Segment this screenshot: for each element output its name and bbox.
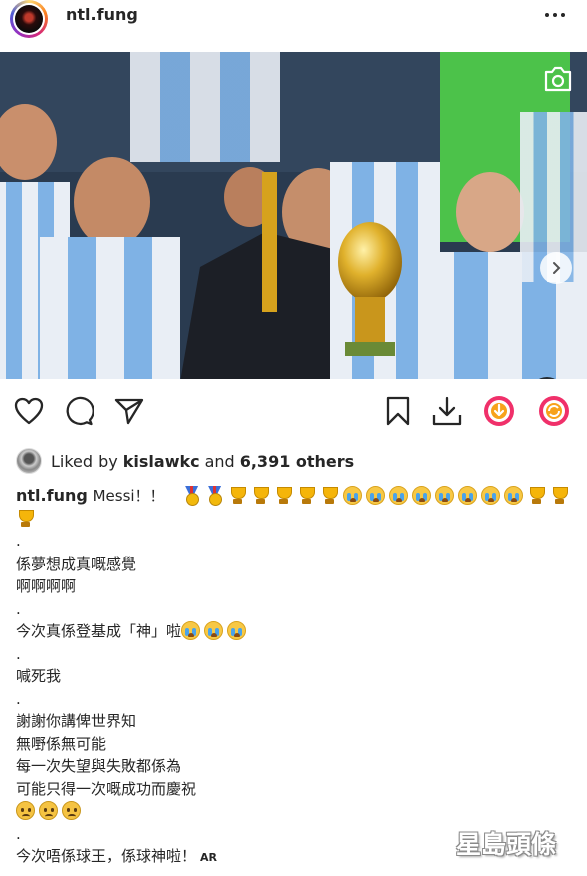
download-icon [432,396,462,426]
post-caption: ntl.fung Messi！！ . 係夢想成真嘅感覺 啊啊啊啊 . 今次真係登… [16,485,571,868]
caption-line: 每一次失望與失敗都係為 [16,757,182,775]
worried-face-emoji [16,801,35,820]
caption-tag: AR [200,851,217,864]
share-button[interactable] [112,394,146,428]
trophy-emoji [251,486,270,505]
worried-face-emoji [39,801,58,820]
caption-line [16,508,571,531]
trophy-emoji [274,486,293,505]
post-media[interactable] [0,52,587,379]
trophy-emoji [527,486,546,505]
send-icon [114,398,144,425]
celebration-photo [0,52,587,379]
extension-download-button[interactable] [482,394,516,428]
trophy-emoji [320,486,339,505]
camera-icon[interactable] [541,64,575,94]
caption-line: . [16,644,21,663]
circle-download-icon [484,396,514,426]
heart-icon [14,397,44,425]
crying-face-emoji [204,621,224,640]
news-watermark-logo: 星島頭條 [456,826,576,860]
crying-face-emoji [435,486,455,505]
watermark-text: 星島頭條 [456,830,557,859]
caption-line: 可能只得一次嘅成功而慶祝 [16,779,197,798]
action-bar [0,392,587,432]
crying-face-emoji [458,486,478,505]
caption-line: 啊啊啊啊 [16,577,77,595]
save-button[interactable] [381,394,415,428]
caption-line: 謝謝你講俾世界知 [16,712,137,730]
caption-line: . [16,689,21,708]
likes-middle: and [204,451,235,471]
caption-first-line: ntl.fung Messi！！ [16,485,571,508]
caption-line: . [16,532,21,550]
caption-first-text: Messi！！ [92,487,165,505]
caption-line: 喊死我 [16,667,62,685]
avatar[interactable] [10,0,48,38]
medal-emoji [205,486,224,506]
medal-emoji [182,486,201,506]
download-button[interactable] [430,394,464,428]
likes-count-link[interactable]: 6,391 others [240,452,354,471]
caption-line: 今次真係登基成「神」啦 [16,620,571,643]
caption-username[interactable]: ntl.fung [16,486,88,505]
crying-face-emoji [504,486,524,505]
caption-line [16,800,571,823]
caption-text: 今次真係登基成「神」啦 [16,622,182,640]
more-horizontal-icon[interactable] [544,6,566,24]
trophy-emoji [16,509,35,528]
trophy-emoji [297,486,316,505]
crying-face-emoji [181,621,201,640]
circle-refresh-icon [539,396,569,426]
trophy-emoji [228,486,247,505]
likes-prefix: Liked by [51,451,118,471]
caption-line: 係夢想成真嘅感覺 [16,554,137,573]
chevron-right-icon [553,262,561,274]
likes-summary: Liked by kislawkc and 6,391 others [16,448,354,474]
avatar-image [15,5,43,33]
liker-username[interactable]: kislawkc [123,452,200,471]
worried-face-emoji [62,801,81,820]
crying-face-emoji [481,486,501,505]
trophy-emoji [550,486,569,505]
caption-line: . [16,599,21,618]
comment-bubble-icon [66,396,94,426]
crying-face-emoji [343,486,363,505]
crying-face-emoji [412,486,432,505]
crying-face-emoji [366,486,386,505]
comment-button[interactable] [62,394,96,428]
caption-text: 今次唔係球王，係球神啦！ [16,847,197,865]
like-button[interactable] [12,394,46,428]
crying-face-emoji [389,486,409,505]
bookmark-icon [386,396,410,426]
liker-avatar[interactable] [16,448,42,474]
carousel-next-button[interactable] [540,252,572,284]
caption-line: 無嘢係無可能 [16,734,107,753]
post-header: ntl.fung [0,0,587,38]
post-username[interactable]: ntl.fung [66,5,138,24]
crying-face-emoji [227,621,247,640]
extension-repost-button[interactable] [537,394,571,428]
